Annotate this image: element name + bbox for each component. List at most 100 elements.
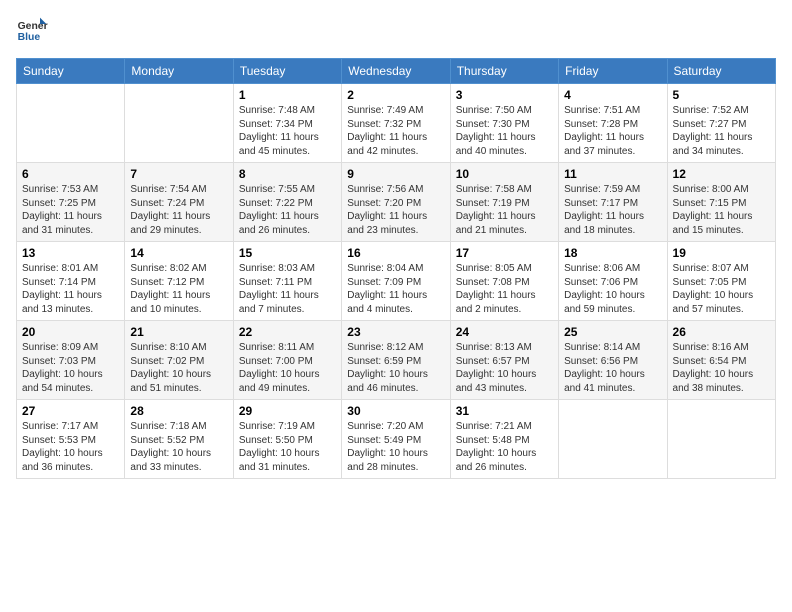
calendar-cell: 24Sunrise: 8:13 AM Sunset: 6:57 PM Dayli… — [450, 321, 558, 400]
weekday-header: Sunday — [17, 59, 125, 84]
day-info: Sunrise: 8:10 AM Sunset: 7:02 PM Dayligh… — [130, 341, 227, 395]
calendar-week-row: 20 Sunrise: 8:09 AM Sunset: 7:03 PM Dayli… — [17, 321, 776, 400]
day-info: Sunrise: 7:59 AM Sunset: 7:17 PM Dayligh… — [564, 183, 661, 237]
day-number: 3 — [456, 88, 553, 102]
day-number: 11 — [564, 167, 661, 181]
calendar-cell: 6 Sunrise: 7:53 AM Sunset: 7:25 PM Daylig… — [17, 163, 125, 242]
day-info: Sunrise: 8:04 AM Sunset: 7:09 PM Dayligh… — [347, 262, 444, 316]
calendar-week-row: 1 Sunrise: 7:48 AM Sunset: 7:34 PM Daylig… — [17, 84, 776, 163]
day-number: 5 — [673, 88, 770, 102]
calendar-cell: 12Sunrise: 8:00 AM Sunset: 7:15 PM Dayli… — [667, 163, 775, 242]
weekday-header: Friday — [559, 59, 667, 84]
calendar-cell: 25 Sunrise: 8:14 AM Sunset: 6:56 PM Dayli… — [559, 321, 667, 400]
day-info: Sunrise: 8:13 AM Sunset: 6:57 PM Dayligh… — [456, 341, 553, 395]
day-number: 20 — [22, 325, 119, 339]
calendar-cell: 11 Sunrise: 7:59 AM Sunset: 7:17 PM Dayli… — [559, 163, 667, 242]
calendar-cell: 29 Sunrise: 7:19 AM Sunset: 5:50 PM Dayli… — [233, 400, 341, 479]
weekday-header: Tuesday — [233, 59, 341, 84]
day-info: Sunrise: 7:20 AM Sunset: 5:49 PM Dayligh… — [347, 420, 444, 474]
day-number: 26 — [673, 325, 770, 339]
calendar-week-row: 6 Sunrise: 7:53 AM Sunset: 7:25 PM Daylig… — [17, 163, 776, 242]
calendar-cell: 30 Sunrise: 7:20 AM Sunset: 5:49 PM Dayli… — [342, 400, 450, 479]
day-info: Sunrise: 7:58 AM Sunset: 7:19 PM Dayligh… — [456, 183, 553, 237]
day-info: Sunrise: 7:19 AM Sunset: 5:50 PM Dayligh… — [239, 420, 336, 474]
day-number: 6 — [22, 167, 119, 181]
day-info: Sunrise: 8:09 AM Sunset: 7:03 PM Dayligh… — [22, 341, 119, 395]
day-number: 31 — [456, 404, 553, 418]
day-number: 25 — [564, 325, 661, 339]
calendar-cell — [17, 84, 125, 163]
day-number: 16 — [347, 246, 444, 260]
weekday-header: Saturday — [667, 59, 775, 84]
day-info: Sunrise: 7:50 AM Sunset: 7:30 PM Dayligh… — [456, 104, 553, 158]
day-info: Sunrise: 7:48 AM Sunset: 7:34 PM Dayligh… — [239, 104, 336, 158]
day-number: 1 — [239, 88, 336, 102]
day-number: 29 — [239, 404, 336, 418]
day-info: Sunrise: 8:12 AM Sunset: 6:59 PM Dayligh… — [347, 341, 444, 395]
calendar-cell: 23 Sunrise: 8:12 AM Sunset: 6:59 PM Dayli… — [342, 321, 450, 400]
calendar-cell: 7Sunrise: 7:54 AM Sunset: 7:24 PM Daylig… — [125, 163, 233, 242]
calendar-cell: 21Sunrise: 8:10 AM Sunset: 7:02 PM Dayli… — [125, 321, 233, 400]
calendar-cell: 19Sunrise: 8:07 AM Sunset: 7:05 PM Dayli… — [667, 242, 775, 321]
day-number: 10 — [456, 167, 553, 181]
calendar-cell — [667, 400, 775, 479]
calendar-cell: 13 Sunrise: 8:01 AM Sunset: 7:14 PM Dayli… — [17, 242, 125, 321]
day-number: 27 — [22, 404, 119, 418]
day-number: 14 — [130, 246, 227, 260]
day-number: 4 — [564, 88, 661, 102]
day-number: 2 — [347, 88, 444, 102]
day-number: 30 — [347, 404, 444, 418]
logo: General Blue — [16, 16, 48, 48]
day-info: Sunrise: 8:02 AM Sunset: 7:12 PM Dayligh… — [130, 262, 227, 316]
calendar-cell: 1 Sunrise: 7:48 AM Sunset: 7:34 PM Daylig… — [233, 84, 341, 163]
day-info: Sunrise: 8:03 AM Sunset: 7:11 PM Dayligh… — [239, 262, 336, 316]
calendar-cell — [559, 400, 667, 479]
calendar-cell: 2 Sunrise: 7:49 AM Sunset: 7:32 PM Daylig… — [342, 84, 450, 163]
day-number: 17 — [456, 246, 553, 260]
day-info: Sunrise: 7:56 AM Sunset: 7:20 PM Dayligh… — [347, 183, 444, 237]
weekday-header: Monday — [125, 59, 233, 84]
calendar-cell: 10 Sunrise: 7:58 AM Sunset: 7:19 PM Dayli… — [450, 163, 558, 242]
day-number: 23 — [347, 325, 444, 339]
day-info: Sunrise: 7:53 AM Sunset: 7:25 PM Dayligh… — [22, 183, 119, 237]
calendar-cell: 4 Sunrise: 7:51 AM Sunset: 7:28 PM Daylig… — [559, 84, 667, 163]
day-number: 22 — [239, 325, 336, 339]
weekday-header: Thursday — [450, 59, 558, 84]
day-info: Sunrise: 7:51 AM Sunset: 7:28 PM Dayligh… — [564, 104, 661, 158]
day-info: Sunrise: 8:14 AM Sunset: 6:56 PM Dayligh… — [564, 341, 661, 395]
calendar-cell: 31Sunrise: 7:21 AM Sunset: 5:48 PM Dayli… — [450, 400, 558, 479]
day-number: 28 — [130, 404, 227, 418]
calendar-cell: 26Sunrise: 8:16 AM Sunset: 6:54 PM Dayli… — [667, 321, 775, 400]
day-number: 8 — [239, 167, 336, 181]
calendar-cell: 17 Sunrise: 8:05 AM Sunset: 7:08 PM Dayli… — [450, 242, 558, 321]
calendar-cell: 22 Sunrise: 8:11 AM Sunset: 7:00 PM Dayli… — [233, 321, 341, 400]
logo-icon: General Blue — [16, 16, 48, 48]
day-info: Sunrise: 8:11 AM Sunset: 7:00 PM Dayligh… — [239, 341, 336, 395]
calendar-cell: 27 Sunrise: 7:17 AM Sunset: 5:53 PM Dayli… — [17, 400, 125, 479]
day-number: 18 — [564, 246, 661, 260]
day-info: Sunrise: 8:06 AM Sunset: 7:06 PM Dayligh… — [564, 262, 661, 316]
calendar-cell: 15 Sunrise: 8:03 AM Sunset: 7:11 PM Dayli… — [233, 242, 341, 321]
page-header: General Blue — [16, 16, 776, 48]
day-number: 15 — [239, 246, 336, 260]
calendar-cell: 8Sunrise: 7:55 AM Sunset: 7:22 PM Daylig… — [233, 163, 341, 242]
day-number: 9 — [347, 167, 444, 181]
calendar-cell: 18 Sunrise: 8:06 AM Sunset: 7:06 PM Dayli… — [559, 242, 667, 321]
weekday-header-row: SundayMondayTuesdayWednesdayThursdayFrid… — [17, 59, 776, 84]
calendar-cell: 9 Sunrise: 7:56 AM Sunset: 7:20 PM Daylig… — [342, 163, 450, 242]
calendar-cell: 28Sunrise: 7:18 AM Sunset: 5:52 PM Dayli… — [125, 400, 233, 479]
calendar-cell: 16 Sunrise: 8:04 AM Sunset: 7:09 PM Dayli… — [342, 242, 450, 321]
calendar-cell: 3 Sunrise: 7:50 AM Sunset: 7:30 PM Daylig… — [450, 84, 558, 163]
calendar-table: SundayMondayTuesdayWednesdayThursdayFrid… — [16, 58, 776, 479]
weekday-header: Wednesday — [342, 59, 450, 84]
day-info: Sunrise: 8:05 AM Sunset: 7:08 PM Dayligh… — [456, 262, 553, 316]
day-info: Sunrise: 7:49 AM Sunset: 7:32 PM Dayligh… — [347, 104, 444, 158]
calendar-week-row: 27 Sunrise: 7:17 AM Sunset: 5:53 PM Dayli… — [17, 400, 776, 479]
calendar-cell: 20 Sunrise: 8:09 AM Sunset: 7:03 PM Dayli… — [17, 321, 125, 400]
calendar-week-row: 13 Sunrise: 8:01 AM Sunset: 7:14 PM Dayli… — [17, 242, 776, 321]
day-number: 19 — [673, 246, 770, 260]
day-info: Sunrise: 8:00 AM Sunset: 7:15 PM Dayligh… — [673, 183, 770, 237]
day-number: 13 — [22, 246, 119, 260]
day-info: Sunrise: 7:17 AM Sunset: 5:53 PM Dayligh… — [22, 420, 119, 474]
day-info: Sunrise: 8:01 AM Sunset: 7:14 PM Dayligh… — [22, 262, 119, 316]
